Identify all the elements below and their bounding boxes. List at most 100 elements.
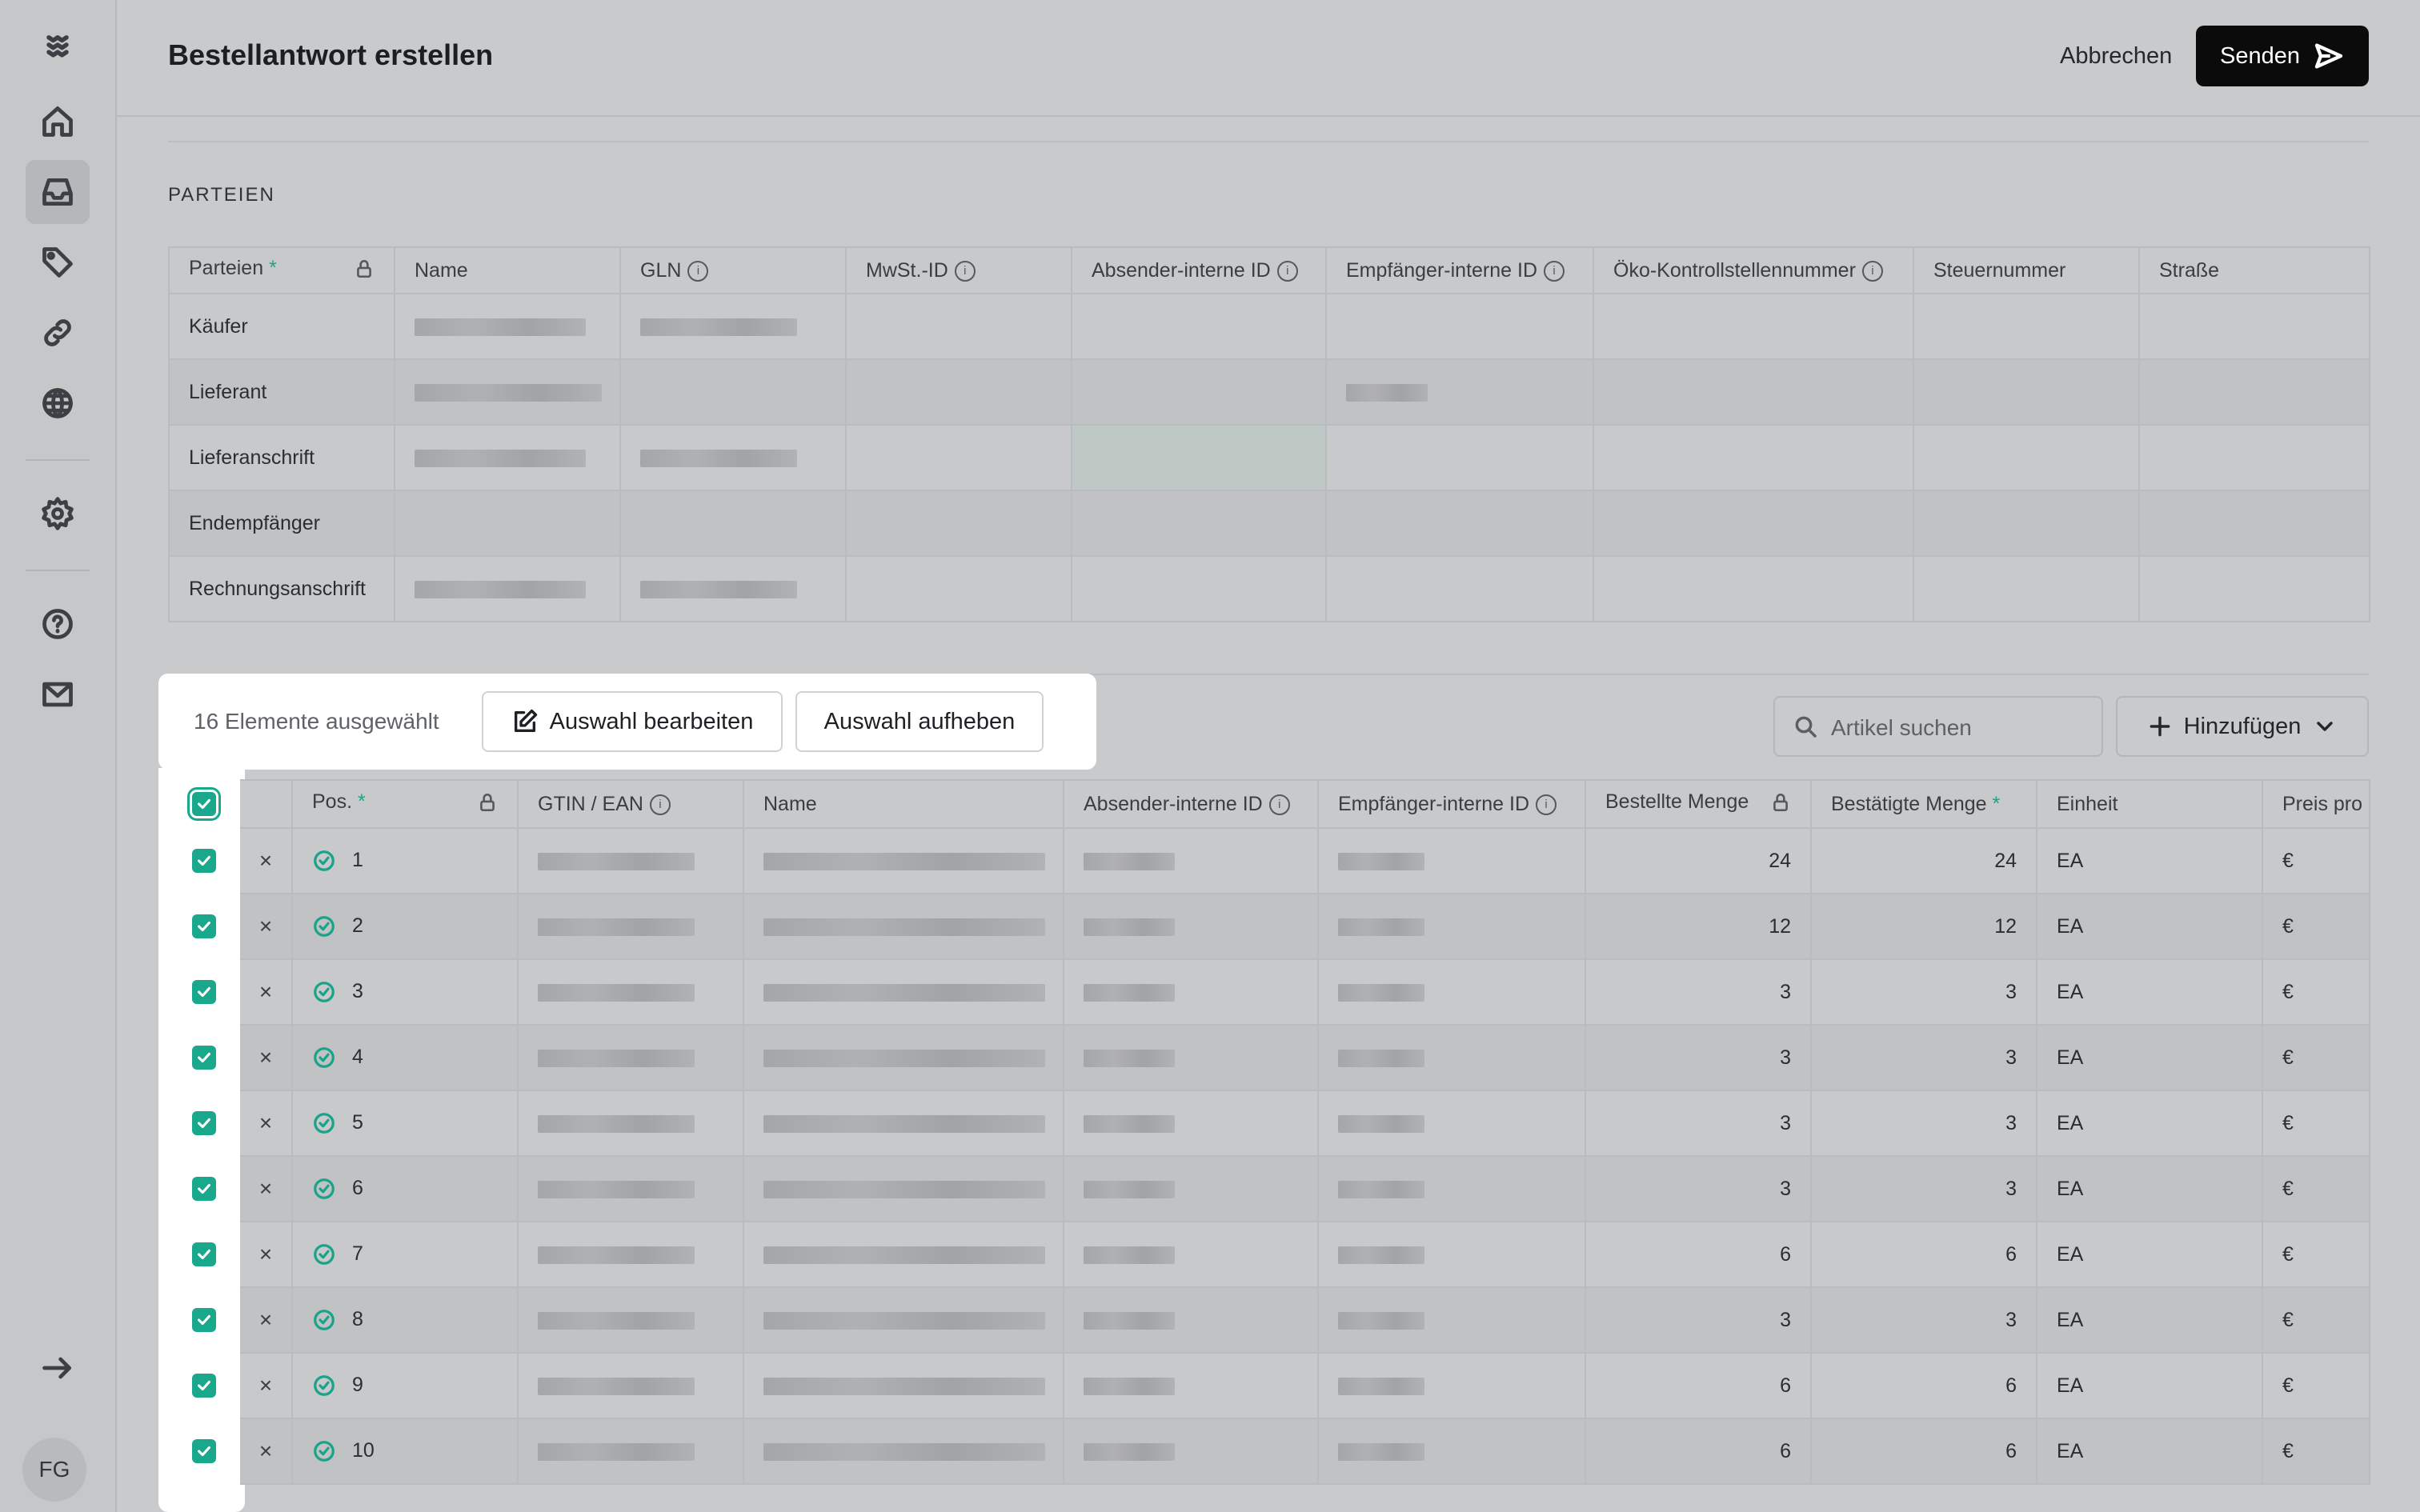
confirmed-quantity[interactable]: 6 (1810, 1352, 2037, 1419)
row-checkbox-cell[interactable] (168, 1352, 240, 1419)
gtin-cell[interactable] (517, 827, 744, 894)
confirmed-quantity[interactable]: 6 (1810, 1221, 2037, 1288)
cell[interactable] (1593, 424, 1914, 491)
unit-cell[interactable]: EA (2036, 1090, 2263, 1157)
cell[interactable] (1913, 555, 2140, 622)
sender-id-cell[interactable] (1063, 1090, 1319, 1157)
cell[interactable] (1325, 555, 1594, 622)
remove-row-icon[interactable]: × (238, 1286, 293, 1354)
receiver-id-cell[interactable] (1317, 827, 1586, 894)
cell[interactable] (619, 424, 847, 491)
cell[interactable] (1593, 358, 1914, 426)
clear-selection-button[interactable]: Auswahl aufheben (795, 691, 1044, 752)
cancel-button[interactable]: Abbrechen (2041, 26, 2191, 86)
confirmed-quantity[interactable]: 3 (1810, 1024, 2037, 1091)
edit-selection-button[interactable]: Auswahl bearbeiten (482, 691, 783, 752)
unit-cell[interactable]: EA (2036, 1024, 2263, 1091)
price-cell[interactable]: € (2262, 1418, 2370, 1485)
row-checkbox-cell[interactable] (168, 1418, 240, 1485)
sender-id-cell[interactable] (1063, 1286, 1319, 1354)
cell[interactable] (1071, 358, 1327, 426)
confirmed-quantity[interactable]: 24 (1810, 827, 2037, 894)
cell[interactable] (1593, 490, 1914, 557)
unit-cell[interactable]: EA (2036, 1155, 2263, 1222)
cell-highlighted[interactable] (1071, 424, 1327, 491)
row-checkbox[interactable] (192, 1242, 216, 1267)
gtin-cell[interactable] (517, 893, 744, 960)
cell[interactable] (845, 490, 1072, 557)
cell[interactable] (1913, 424, 2140, 491)
cell[interactable] (394, 293, 621, 360)
arrow-right-icon[interactable] (26, 1336, 90, 1400)
remove-row-icon[interactable]: × (238, 1155, 293, 1222)
globe-icon[interactable] (26, 371, 90, 435)
name-cell[interactable] (743, 1286, 1064, 1354)
gtin-cell[interactable] (517, 1090, 744, 1157)
name-cell[interactable] (743, 1090, 1064, 1157)
info-icon[interactable]: i (1544, 260, 1565, 282)
info-icon[interactable]: i (1861, 260, 1883, 282)
sender-id-cell[interactable] (1063, 893, 1319, 960)
select-all-cell[interactable] (168, 779, 240, 829)
remove-row-icon[interactable]: × (238, 1418, 293, 1485)
receiver-id-cell[interactable] (1317, 1221, 1586, 1288)
sender-id-cell[interactable] (1063, 1418, 1319, 1485)
row-checkbox[interactable] (192, 914, 216, 939)
unit-cell[interactable]: EA (2036, 1418, 2263, 1485)
gtin-cell[interactable] (517, 1418, 744, 1485)
sender-id-cell[interactable] (1063, 827, 1319, 894)
info-icon[interactable]: i (687, 260, 709, 282)
confirmed-quantity[interactable]: 3 (1810, 1155, 2037, 1222)
confirmed-quantity[interactable]: 3 (1810, 1090, 2037, 1157)
cell[interactable] (394, 490, 621, 557)
sender-id-cell[interactable] (1063, 1155, 1319, 1222)
gtin-cell[interactable] (517, 1155, 744, 1222)
gear-icon[interactable] (26, 482, 90, 546)
receiver-id-cell[interactable] (1317, 958, 1586, 1026)
cell[interactable] (1325, 490, 1594, 557)
cell[interactable] (619, 293, 847, 360)
sender-id-cell[interactable] (1063, 958, 1319, 1026)
search-input[interactable]: Artikel suchen (1773, 696, 2103, 757)
cell[interactable] (619, 555, 847, 622)
cell[interactable] (1913, 293, 2140, 360)
row-checkbox-cell[interactable] (168, 1221, 240, 1288)
gtin-cell[interactable] (517, 1286, 744, 1354)
add-button[interactable]: Hinzufügen (2116, 696, 2369, 757)
info-icon[interactable]: i (1268, 794, 1290, 815)
mail-icon[interactable] (26, 662, 90, 726)
tag-icon[interactable] (26, 230, 90, 294)
price-cell[interactable]: € (2262, 1286, 2370, 1354)
unit-cell[interactable]: EA (2036, 1286, 2263, 1354)
receiver-id-cell[interactable] (1317, 1418, 1586, 1485)
unit-cell[interactable]: EA (2036, 1221, 2263, 1288)
receiver-id-cell[interactable] (1317, 893, 1586, 960)
name-cell[interactable] (743, 1352, 1064, 1419)
row-checkbox-cell[interactable] (168, 1155, 240, 1222)
price-cell[interactable]: € (2262, 958, 2370, 1026)
gtin-cell[interactable] (517, 1221, 744, 1288)
cell[interactable] (845, 424, 1072, 491)
cell[interactable] (1913, 358, 2140, 426)
price-cell[interactable]: € (2262, 1024, 2370, 1091)
confirmed-quantity[interactable]: 6 (1810, 1418, 2037, 1485)
remove-row-icon[interactable]: × (238, 1221, 293, 1288)
logo-icon[interactable] (26, 13, 90, 77)
remove-row-icon[interactable]: × (238, 893, 293, 960)
row-checkbox-cell[interactable] (168, 893, 240, 960)
row-checkbox-cell[interactable] (168, 958, 240, 1026)
unit-cell[interactable]: EA (2036, 827, 2263, 894)
cell[interactable] (1325, 358, 1594, 426)
cell[interactable] (619, 358, 847, 426)
unit-cell[interactable]: EA (2036, 1352, 2263, 1419)
row-checkbox[interactable] (192, 1177, 216, 1202)
receiver-id-cell[interactable] (1317, 1090, 1586, 1157)
name-cell[interactable] (743, 1155, 1064, 1222)
row-checkbox[interactable] (192, 1374, 216, 1398)
name-cell[interactable] (743, 958, 1064, 1026)
name-cell[interactable] (743, 827, 1064, 894)
cell[interactable] (1593, 293, 1914, 360)
receiver-id-cell[interactable] (1317, 1286, 1586, 1354)
cell[interactable] (2138, 490, 2370, 557)
info-icon[interactable]: i (954, 260, 976, 282)
